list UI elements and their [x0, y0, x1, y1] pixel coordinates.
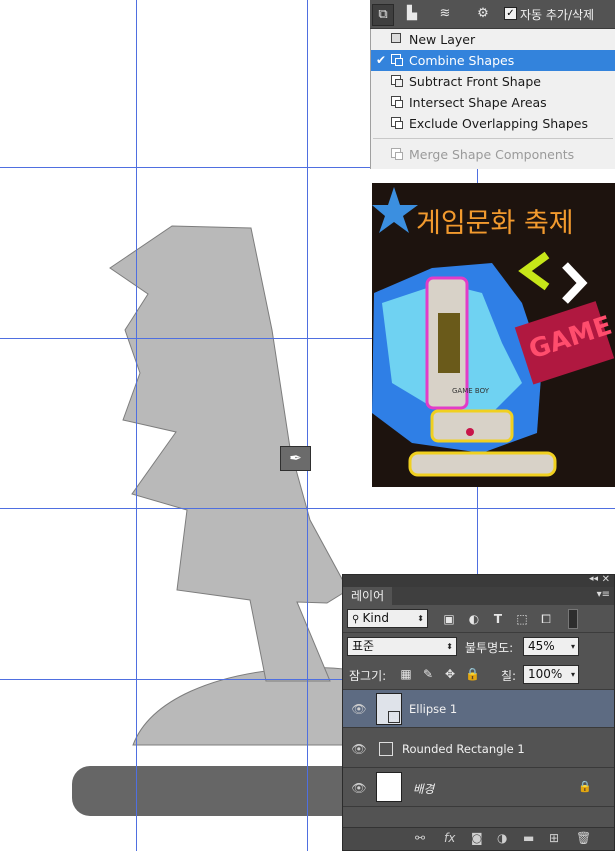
poster-device-label: GAME BOY	[452, 387, 489, 395]
vertical-guide	[307, 0, 308, 851]
layer-thumbnail[interactable]	[376, 772, 402, 802]
adjustment-icon[interactable]: ◑	[497, 831, 507, 845]
folder-icon[interactable]: ▬	[523, 831, 534, 845]
layer-name[interactable]: 배경	[413, 781, 434, 797]
path-arrangement-icon[interactable]: ≋	[435, 4, 455, 24]
layer-thumbnail[interactable]: ⬚	[376, 693, 402, 725]
filter-toggle-icon[interactable]	[568, 609, 578, 629]
star-icon	[372, 187, 418, 233]
fill-label: 칠:	[501, 669, 517, 683]
opacity-label: 불투명도:	[465, 641, 514, 655]
blend-mode-select[interactable]: 표준 ⬍	[347, 637, 457, 656]
link-icon[interactable]: ⚯	[415, 831, 425, 845]
menu-item-merge-shape-components: Merge Shape Components	[371, 144, 615, 165]
collapse-panel-icon[interactable]: ◂◂	[589, 574, 598, 584]
gameboy-illustration	[372, 263, 557, 477]
menu-item-combine-shapes[interactable]: ✔ Combine Shapes	[371, 50, 615, 71]
chevron-down-icon[interactable]: ▾	[571, 638, 575, 655]
new-layer-icon	[391, 33, 401, 43]
filter-adjustment-layers-icon[interactable]: ◐	[467, 612, 481, 626]
merge-shape-components-icon-overlap	[395, 152, 403, 160]
checkmark-icon: ✔	[376, 53, 387, 67]
lock-all-icon[interactable]: 🔒	[465, 667, 480, 681]
lock-label: 잠그기:	[349, 669, 387, 683]
path-operations-menu: New Layer ✔ Combine Shapes Subtract Fron…	[370, 29, 615, 169]
reference-image: 게임문화 축제 GAME BOY GAME	[372, 183, 615, 487]
select-arrows-icon: ⬍	[417, 614, 424, 623]
shape-layer-icon	[379, 742, 393, 756]
path-operations-icon[interactable]: ⧉	[372, 4, 394, 26]
filter-shape-layers-icon[interactable]: ⬚	[515, 612, 529, 626]
visibility-eye-icon[interactable]: 👁	[351, 702, 367, 716]
auto-add-delete-label: 자동 추가/삭제	[520, 8, 595, 22]
fill-input[interactable]: 100% ▾	[523, 665, 579, 684]
menu-item-intersect-shape-areas[interactable]: Intersect Shape Areas	[371, 92, 615, 113]
search-icon: ⚲	[352, 614, 363, 625]
panel-title-bar[interactable]: ◂◂ ✕	[343, 574, 614, 587]
arrow-white	[562, 262, 588, 304]
path-alignment-icon[interactable]: ▙	[402, 4, 422, 24]
lock-transparent-pixels-icon[interactable]: ▦	[399, 667, 413, 681]
chevron-down-icon[interactable]: ▾	[571, 666, 575, 683]
intersect-shape-areas-icon-overlap	[395, 100, 403, 108]
pen-tool-cursor-icon: ✒	[280, 446, 311, 471]
mask-icon[interactable]: ◙	[471, 831, 483, 845]
layer-row-rounded-rectangle-1[interactable]: 👁 Rounded Rectangle 1	[343, 730, 614, 768]
panel-tab-bar: 레이어 ▾≡	[343, 587, 614, 605]
filter-pixel-layers-icon[interactable]: ▣	[442, 612, 456, 626]
menu-separator	[373, 138, 613, 139]
lock-position-icon[interactable]: ✥	[443, 667, 457, 681]
arrow-green	[518, 251, 550, 291]
options-toolbar: ⧉ ▙ ≋ ⚙ ✓ 자동 추가/삭제	[370, 0, 615, 29]
auto-add-delete-checkbox[interactable]: ✓	[504, 7, 517, 20]
menu-item-exclude-overlapping-shapes[interactable]: Exclude Overlapping Shapes	[371, 113, 615, 134]
combine-shapes-icon-overlap	[395, 58, 403, 66]
visibility-eye-icon[interactable]: 👁	[351, 742, 367, 756]
trash-icon[interactable]: 🗑	[576, 831, 591, 845]
panel-menu-icon[interactable]: ▾≡	[597, 589, 610, 600]
layer-name[interactable]: Rounded Rectangle 1	[402, 742, 525, 756]
panel-footer: ⚯ fx ◙ ◑ ▬ ⊞ 🗑	[343, 827, 614, 850]
game-boy-body-path[interactable]	[109, 225, 349, 682]
layer-row-background[interactable]: 👁 배경 🔒	[343, 769, 614, 807]
subtract-front-shape-icon-overlap	[395, 79, 403, 87]
fx-icon[interactable]: fx	[444, 831, 455, 845]
lock-icon: 🔒	[578, 780, 592, 793]
filter-smart-objects-icon[interactable]: ⧠	[539, 612, 553, 626]
visibility-eye-icon[interactable]: 👁	[351, 781, 367, 795]
select-arrows-icon: ⬍	[446, 642, 453, 651]
close-panel-icon[interactable]: ✕	[602, 574, 610, 585]
layer-name[interactable]: Ellipse 1	[409, 702, 457, 716]
vector-mask-icon: ⬚	[388, 711, 400, 723]
new-layer-icon[interactable]: ⊞	[549, 831, 559, 845]
exclude-overlapping-shapes-icon-overlap	[395, 121, 403, 129]
filter-type-layers-icon[interactable]: T	[491, 612, 505, 626]
panel-divider	[343, 632, 614, 633]
filter-kind-select[interactable]: ⚲ Kind ⬍	[347, 609, 428, 628]
menu-item-subtract-front-shape[interactable]: Subtract Front Shape	[371, 71, 615, 92]
horizontal-guide	[0, 508, 615, 509]
tab-layers[interactable]: 레이어	[343, 587, 393, 605]
layer-row-ellipse-1[interactable]: 👁 ⬚ Ellipse 1	[343, 690, 614, 728]
menu-item-new-layer[interactable]: New Layer	[371, 29, 615, 50]
vertical-guide	[136, 0, 137, 851]
gear-icon[interactable]: ⚙	[473, 4, 493, 24]
poster-title: 게임문화 축제	[416, 208, 574, 239]
lock-image-pixels-icon[interactable]: ✎	[421, 667, 435, 681]
opacity-input[interactable]: 45% ▾	[523, 637, 579, 656]
layers-panel: ◂◂ ✕ 레이어 ▾≡ ⚲ Kind ⬍ ▣ ◐ T ⬚ ⧠ 표준 ⬍ 불투명도…	[342, 574, 615, 851]
